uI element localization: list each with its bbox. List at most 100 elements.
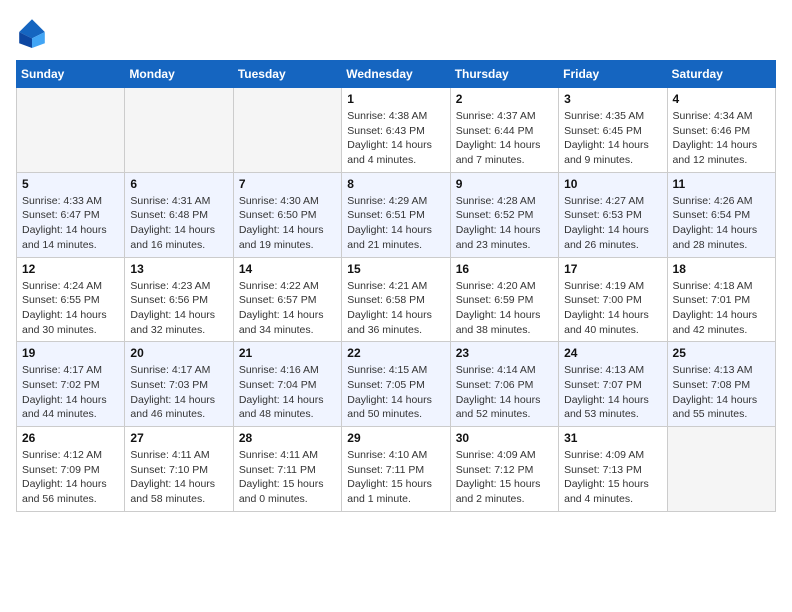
calendar-cell: 28 Sunrise: 4:11 AMSunset: 7:11 PMDayligh… bbox=[233, 427, 341, 512]
day-info: Sunrise: 4:29 AMSunset: 6:51 PMDaylight:… bbox=[347, 194, 444, 253]
day-number: 24 bbox=[564, 346, 661, 360]
day-header-friday: Friday bbox=[559, 61, 667, 88]
logo-icon bbox=[16, 16, 48, 48]
day-info: Sunrise: 4:10 AMSunset: 7:11 PMDaylight:… bbox=[347, 448, 444, 507]
day-info: Sunrise: 4:16 AMSunset: 7:04 PMDaylight:… bbox=[239, 363, 336, 422]
day-number: 9 bbox=[456, 177, 553, 191]
day-header-wednesday: Wednesday bbox=[342, 61, 450, 88]
calendar-cell bbox=[125, 88, 233, 173]
day-header-saturday: Saturday bbox=[667, 61, 775, 88]
day-number: 31 bbox=[564, 431, 661, 445]
day-number: 26 bbox=[22, 431, 119, 445]
calendar-cell bbox=[233, 88, 341, 173]
calendar-cell: 12 Sunrise: 4:24 AMSunset: 6:55 PMDayligh… bbox=[17, 257, 125, 342]
day-info: Sunrise: 4:17 AMSunset: 7:03 PMDaylight:… bbox=[130, 363, 227, 422]
day-number: 8 bbox=[347, 177, 444, 191]
day-info: Sunrise: 4:21 AMSunset: 6:58 PMDaylight:… bbox=[347, 279, 444, 338]
day-info: Sunrise: 4:13 AMSunset: 7:07 PMDaylight:… bbox=[564, 363, 661, 422]
day-info: Sunrise: 4:11 AMSunset: 7:10 PMDaylight:… bbox=[130, 448, 227, 507]
day-info: Sunrise: 4:22 AMSunset: 6:57 PMDaylight:… bbox=[239, 279, 336, 338]
calendar-cell: 1 Sunrise: 4:38 AMSunset: 6:43 PMDaylight… bbox=[342, 88, 450, 173]
calendar-cell: 9Sunrise: 4:28 AMSunset: 6:52 PMDaylight… bbox=[450, 172, 558, 257]
calendar-cell: 30 Sunrise: 4:09 AMSunset: 7:12 PMDayligh… bbox=[450, 427, 558, 512]
calendar-cell bbox=[667, 427, 775, 512]
day-number: 23 bbox=[456, 346, 553, 360]
calendar-cell: 13 Sunrise: 4:23 AMSunset: 6:56 PMDayligh… bbox=[125, 257, 233, 342]
page-header bbox=[16, 16, 776, 48]
day-number: 22 bbox=[347, 346, 444, 360]
calendar-week-row: 12 Sunrise: 4:24 AMSunset: 6:55 PMDayligh… bbox=[17, 257, 776, 342]
day-number: 28 bbox=[239, 431, 336, 445]
day-number: 1 bbox=[347, 92, 444, 106]
day-info: Sunrise: 4:09 AMSunset: 7:12 PMDaylight:… bbox=[456, 448, 553, 507]
calendar-table: SundayMondayTuesdayWednesdayThursdayFrid… bbox=[16, 60, 776, 512]
calendar-cell: 27 Sunrise: 4:11 AMSunset: 7:10 PMDayligh… bbox=[125, 427, 233, 512]
day-header-sunday: Sunday bbox=[17, 61, 125, 88]
day-number: 11 bbox=[673, 177, 770, 191]
calendar-cell: 3 Sunrise: 4:35 AMSunset: 6:45 PMDaylight… bbox=[559, 88, 667, 173]
calendar-cell: 18Sunrise: 4:18 AMSunset: 7:01 PMDayligh… bbox=[667, 257, 775, 342]
calendar-cell: 2Sunrise: 4:37 AMSunset: 6:44 PMDaylight… bbox=[450, 88, 558, 173]
day-number: 10 bbox=[564, 177, 661, 191]
calendar-cell: 29 Sunrise: 4:10 AMSunset: 7:11 PMDayligh… bbox=[342, 427, 450, 512]
day-info: Sunrise: 4:30 AMSunset: 6:50 PMDaylight:… bbox=[239, 194, 336, 253]
day-info: Sunrise: 4:26 AMSunset: 6:54 PMDaylight:… bbox=[673, 194, 770, 253]
day-number: 20 bbox=[130, 346, 227, 360]
logo bbox=[16, 16, 52, 48]
day-number: 4 bbox=[673, 92, 770, 106]
day-info: Sunrise: 4:35 AMSunset: 6:45 PMDaylight:… bbox=[564, 109, 661, 168]
day-number: 5 bbox=[22, 177, 119, 191]
day-info: Sunrise: 4:13 AMSunset: 7:08 PMDaylight:… bbox=[673, 363, 770, 422]
day-number: 7 bbox=[239, 177, 336, 191]
day-info: Sunrise: 4:38 AMSunset: 6:43 PMDaylight:… bbox=[347, 109, 444, 168]
calendar-cell: 7 Sunrise: 4:30 AMSunset: 6:50 PMDaylight… bbox=[233, 172, 341, 257]
day-info: Sunrise: 4:09 AMSunset: 7:13 PMDaylight:… bbox=[564, 448, 661, 507]
day-info: Sunrise: 4:17 AMSunset: 7:02 PMDaylight:… bbox=[22, 363, 119, 422]
day-number: 12 bbox=[22, 262, 119, 276]
calendar-cell: 8 Sunrise: 4:29 AMSunset: 6:51 PMDaylight… bbox=[342, 172, 450, 257]
calendar-cell: 21 Sunrise: 4:16 AMSunset: 7:04 PMDayligh… bbox=[233, 342, 341, 427]
calendar-cell: 22Sunrise: 4:15 AMSunset: 7:05 PMDayligh… bbox=[342, 342, 450, 427]
calendar-week-row: 1 Sunrise: 4:38 AMSunset: 6:43 PMDaylight… bbox=[17, 88, 776, 173]
day-header-tuesday: Tuesday bbox=[233, 61, 341, 88]
day-number: 3 bbox=[564, 92, 661, 106]
day-number: 6 bbox=[130, 177, 227, 191]
day-info: Sunrise: 4:20 AMSunset: 6:59 PMDaylight:… bbox=[456, 279, 553, 338]
day-number: 15 bbox=[347, 262, 444, 276]
calendar-cell: 26 Sunrise: 4:12 AMSunset: 7:09 PMDayligh… bbox=[17, 427, 125, 512]
day-number: 16 bbox=[456, 262, 553, 276]
calendar-week-row: 5Sunrise: 4:33 AMSunset: 6:47 PMDaylight… bbox=[17, 172, 776, 257]
day-number: 27 bbox=[130, 431, 227, 445]
day-number: 18 bbox=[673, 262, 770, 276]
calendar-header-row: SundayMondayTuesdayWednesdayThursdayFrid… bbox=[17, 61, 776, 88]
day-number: 19 bbox=[22, 346, 119, 360]
day-number: 17 bbox=[564, 262, 661, 276]
calendar-cell: 11 Sunrise: 4:26 AMSunset: 6:54 PMDayligh… bbox=[667, 172, 775, 257]
calendar-cell: 24 Sunrise: 4:13 AMSunset: 7:07 PMDayligh… bbox=[559, 342, 667, 427]
calendar-cell: 17Sunrise: 4:19 AMSunset: 7:00 PMDayligh… bbox=[559, 257, 667, 342]
calendar-cell bbox=[17, 88, 125, 173]
calendar-cell: 6Sunrise: 4:31 AMSunset: 6:48 PMDaylight… bbox=[125, 172, 233, 257]
calendar-cell: 25 Sunrise: 4:13 AMSunset: 7:08 PMDayligh… bbox=[667, 342, 775, 427]
calendar-week-row: 26 Sunrise: 4:12 AMSunset: 7:09 PMDayligh… bbox=[17, 427, 776, 512]
day-number: 21 bbox=[239, 346, 336, 360]
calendar-cell: 20 Sunrise: 4:17 AMSunset: 7:03 PMDayligh… bbox=[125, 342, 233, 427]
calendar-cell: 16 Sunrise: 4:20 AMSunset: 6:59 PMDayligh… bbox=[450, 257, 558, 342]
day-header-thursday: Thursday bbox=[450, 61, 558, 88]
day-info: Sunrise: 4:14 AMSunset: 7:06 PMDaylight:… bbox=[456, 363, 553, 422]
day-number: 29 bbox=[347, 431, 444, 445]
day-info: Sunrise: 4:27 AMSunset: 6:53 PMDaylight:… bbox=[564, 194, 661, 253]
calendar-cell: 14Sunrise: 4:22 AMSunset: 6:57 PMDayligh… bbox=[233, 257, 341, 342]
day-info: Sunrise: 4:23 AMSunset: 6:56 PMDaylight:… bbox=[130, 279, 227, 338]
calendar-cell: 15 Sunrise: 4:21 AMSunset: 6:58 PMDayligh… bbox=[342, 257, 450, 342]
day-number: 13 bbox=[130, 262, 227, 276]
day-info: Sunrise: 4:24 AMSunset: 6:55 PMDaylight:… bbox=[22, 279, 119, 338]
calendar-cell: 31 Sunrise: 4:09 AMSunset: 7:13 PMDayligh… bbox=[559, 427, 667, 512]
day-number: 30 bbox=[456, 431, 553, 445]
calendar-week-row: 19 Sunrise: 4:17 AMSunset: 7:02 PMDayligh… bbox=[17, 342, 776, 427]
day-number: 25 bbox=[673, 346, 770, 360]
day-info: Sunrise: 4:12 AMSunset: 7:09 PMDaylight:… bbox=[22, 448, 119, 507]
day-header-monday: Monday bbox=[125, 61, 233, 88]
day-info: Sunrise: 4:11 AMSunset: 7:11 PMDaylight:… bbox=[239, 448, 336, 507]
calendar-cell: 19 Sunrise: 4:17 AMSunset: 7:02 PMDayligh… bbox=[17, 342, 125, 427]
